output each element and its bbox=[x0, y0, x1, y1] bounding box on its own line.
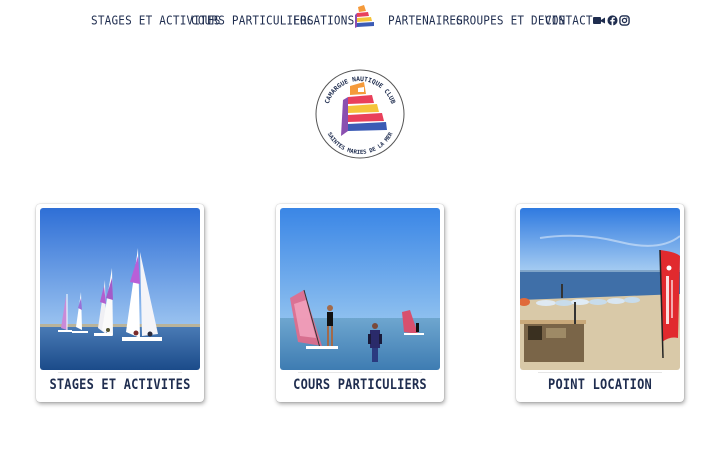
facebook-icon[interactable] bbox=[607, 13, 618, 27]
card-title[interactable]: COURS PARTICULIERS bbox=[276, 376, 444, 393]
card-stages-activites[interactable]: STAGES ET ACTIVITES bbox=[36, 204, 204, 402]
nav-contact[interactable]: CONTACT bbox=[545, 13, 593, 28]
card-divider bbox=[298, 372, 422, 373]
nav-logo-icon[interactable] bbox=[354, 5, 376, 29]
card-title[interactable]: STAGES ET ACTIVITES bbox=[36, 376, 204, 393]
card-cours-particuliers[interactable]: COURS PARTICULIERS bbox=[276, 204, 444, 402]
card-divider bbox=[538, 372, 662, 373]
instagram-icon[interactable] bbox=[619, 13, 630, 27]
nav-partenaires[interactable]: PARTENAIRES bbox=[388, 13, 463, 28]
video-camera-icon[interactable] bbox=[593, 13, 605, 27]
card-title[interactable]: POINT LOCATION bbox=[516, 376, 684, 393]
catamarans-photo bbox=[40, 208, 200, 370]
windsurf-photo bbox=[280, 208, 440, 370]
beach-rental-photo bbox=[520, 208, 680, 370]
card-point-location[interactable]: POINT LOCATION bbox=[516, 204, 684, 402]
main-navigation: STAGES ET ACTIVITES COURS PARTICULIERS L… bbox=[0, 5, 720, 33]
club-logo: CAMARGUE NAUTIQUE CLUB SAINTES MARIES DE… bbox=[315, 69, 405, 159]
nav-locations[interactable]: LOCATIONS bbox=[293, 13, 354, 28]
card-divider bbox=[58, 372, 182, 373]
